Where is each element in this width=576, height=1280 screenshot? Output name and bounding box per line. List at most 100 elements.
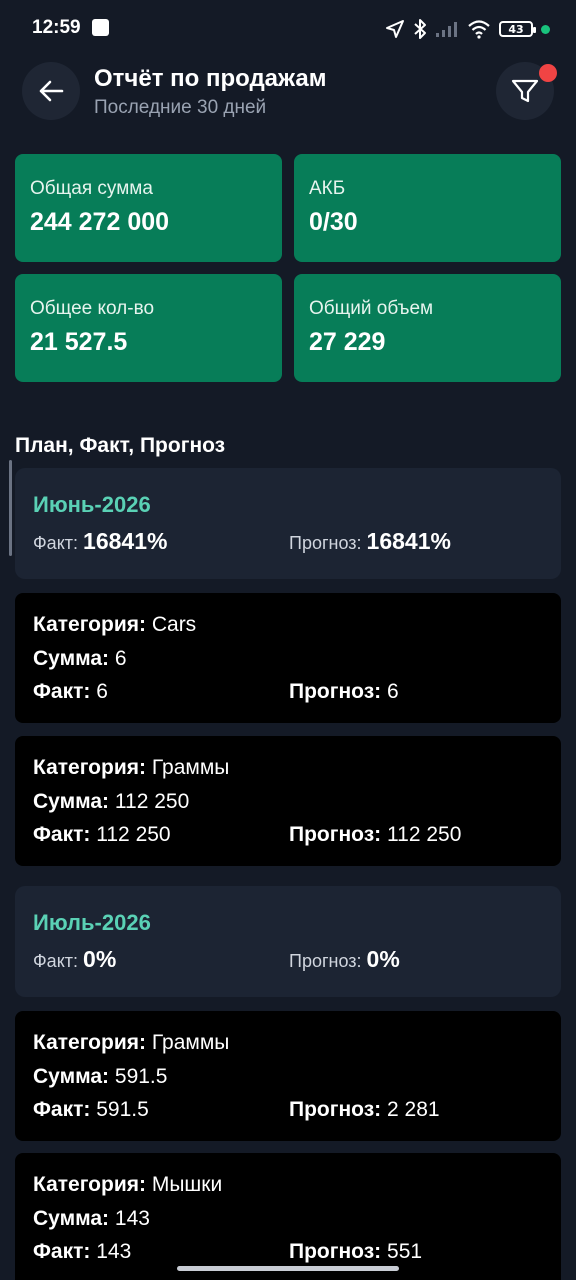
fact-label: Факт:: [33, 680, 91, 703]
forecast-value: 2 281: [387, 1098, 440, 1121]
stat-card-total-quantity: Общее кол-во 21 527.5: [15, 274, 282, 382]
sum-label: Сумма:: [33, 1207, 110, 1230]
fact-line: Факт: 112 250: [33, 823, 171, 847]
filter-button[interactable]: [496, 62, 557, 120]
month-summary-card: Июль-2026 Факт: 0% Прогноз: 0%: [15, 886, 561, 997]
month-forecast: Прогноз: 16841%: [289, 528, 451, 555]
stat-label: Общий объем: [309, 298, 434, 319]
sum-label: Сумма:: [33, 647, 110, 670]
category-label: Категория:: [33, 1173, 146, 1196]
back-button[interactable]: [22, 62, 80, 120]
forecast-value: 112 250: [387, 823, 462, 846]
fact-label: Факт:: [33, 1240, 91, 1263]
category-line: Категория: Граммы: [33, 756, 229, 780]
privacy-indicator-dot: [541, 24, 550, 34]
stat-card-total-volume: Общий объем 27 229: [294, 274, 561, 382]
sum-value: 112 250: [114, 790, 190, 813]
sum-line: Сумма: 6: [33, 647, 127, 671]
fact-label: Факт:: [33, 1098, 91, 1121]
fact-value: 0%: [83, 946, 117, 972]
page-subtitle: Последние 30 дней: [94, 97, 267, 118]
signal-icon: [436, 22, 457, 37]
wifi-icon: [468, 20, 490, 39]
month-name: Июнь-2026: [33, 492, 151, 517]
page-title: Отчёт по продажам: [94, 65, 327, 92]
battery-icon: 43: [499, 21, 536, 37]
sum-line: Сумма: 143: [33, 1207, 150, 1231]
forecast-value: 6: [387, 680, 399, 703]
forecast-label: Прогноз:: [289, 533, 362, 553]
stat-card-akb: АКБ 0/30: [294, 154, 561, 262]
forecast-label: Прогноз:: [289, 951, 362, 971]
forecast-label: Прогноз:: [289, 680, 382, 703]
forecast-label: Прогноз:: [289, 1098, 382, 1121]
home-indicator[interactable]: [177, 1266, 399, 1271]
fact-value: 112 250: [96, 823, 171, 846]
category-card: Категория: Cars Сумма: 6 Факт: 6 Прогноз…: [15, 593, 561, 723]
status-icons: 43: [385, 17, 550, 41]
forecast-line: Прогноз: 2 281: [289, 1098, 440, 1122]
status-bar: 12:59 43: [0, 0, 576, 58]
category-value: Граммы: [151, 1031, 230, 1054]
stat-label: Общее кол-во: [30, 298, 155, 319]
forecast-value: 0%: [366, 946, 400, 972]
category-label: Категория:: [33, 756, 146, 779]
status-time: 12:59: [32, 17, 81, 38]
fact-value: 16841%: [83, 528, 168, 554]
category-line: Категория: Граммы: [33, 1031, 229, 1055]
fact-label: Факт:: [33, 823, 91, 846]
sum-label: Сумма:: [33, 1065, 110, 1088]
arrow-left-icon: [39, 80, 64, 102]
app-header: Отчёт по продажам Последние 30 дней: [0, 58, 576, 128]
scrollbar[interactable]: [9, 460, 12, 556]
fact-value: 6: [96, 680, 108, 703]
category-label: Категория:: [33, 613, 146, 636]
stat-value: 21 527.5: [30, 328, 128, 356]
sum-value: 6: [114, 647, 127, 670]
forecast-label: Прогноз:: [289, 823, 382, 846]
fact-value: 591.5: [96, 1098, 149, 1121]
category-label: Категория:: [33, 1031, 146, 1054]
category-value: Cars: [151, 613, 197, 636]
forecast-value: 16841%: [366, 528, 451, 554]
category-value: Мышки: [151, 1173, 223, 1196]
forecast-label: Прогноз:: [289, 1240, 382, 1263]
category-value: Граммы: [151, 756, 230, 779]
sum-value: 591.5: [114, 1065, 168, 1088]
forecast-value: 551: [387, 1240, 423, 1263]
sum-line: Сумма: 112 250: [33, 790, 189, 814]
month-summary-card: Июнь-2026 Факт: 16841% Прогноз: 16841%: [15, 468, 561, 579]
forecast-line: Прогноз: 6: [289, 680, 399, 704]
sum-label: Сумма:: [33, 790, 110, 813]
bluetooth-icon: [414, 19, 426, 39]
fact-label: Факт:: [33, 533, 79, 553]
category-card: Категория: Граммы Сумма: 112 250 Факт: 1…: [15, 736, 561, 866]
month-forecast: Прогноз: 0%: [289, 946, 400, 973]
section-title: План, Факт, Прогноз: [15, 434, 226, 457]
stats-grid: Общая сумма 244 272 000 АКБ 0/30 Общее к…: [15, 154, 561, 382]
stat-label: АКБ: [309, 178, 346, 199]
fact-label: Факт:: [33, 951, 79, 971]
stat-value: 27 229: [309, 328, 386, 356]
category-line: Категория: Cars: [33, 613, 196, 637]
location-icon: [386, 20, 404, 38]
filter-icon: [511, 79, 539, 103]
category-card: Категория: Мышки Сумма: 143 Факт: 143 Пр…: [15, 1153, 561, 1280]
forecast-line: Прогноз: 551: [289, 1240, 422, 1264]
month-fact: Факт: 0%: [33, 946, 116, 973]
stat-value: 0/30: [309, 208, 358, 236]
category-line: Категория: Мышки: [33, 1173, 222, 1197]
category-card: Категория: Граммы Сумма: 591.5 Факт: 591…: [15, 1011, 561, 1141]
sum-line: Сумма: 591.5: [33, 1065, 167, 1089]
stat-card-total-sum: Общая сумма 244 272 000: [15, 154, 282, 262]
sum-value: 143: [114, 1207, 150, 1230]
fact-line: Факт: 6: [33, 680, 108, 704]
filter-active-badge: [539, 64, 557, 82]
stat-label: Общая сумма: [30, 178, 153, 199]
fact-line: Факт: 591.5: [33, 1098, 149, 1122]
month-fact: Факт: 16841%: [33, 528, 167, 555]
notification-icon: [92, 19, 109, 36]
stat-value: 244 272 000: [30, 208, 170, 236]
forecast-line: Прогноз: 112 250: [289, 823, 461, 847]
fact-line: Факт: 143: [33, 1240, 131, 1264]
